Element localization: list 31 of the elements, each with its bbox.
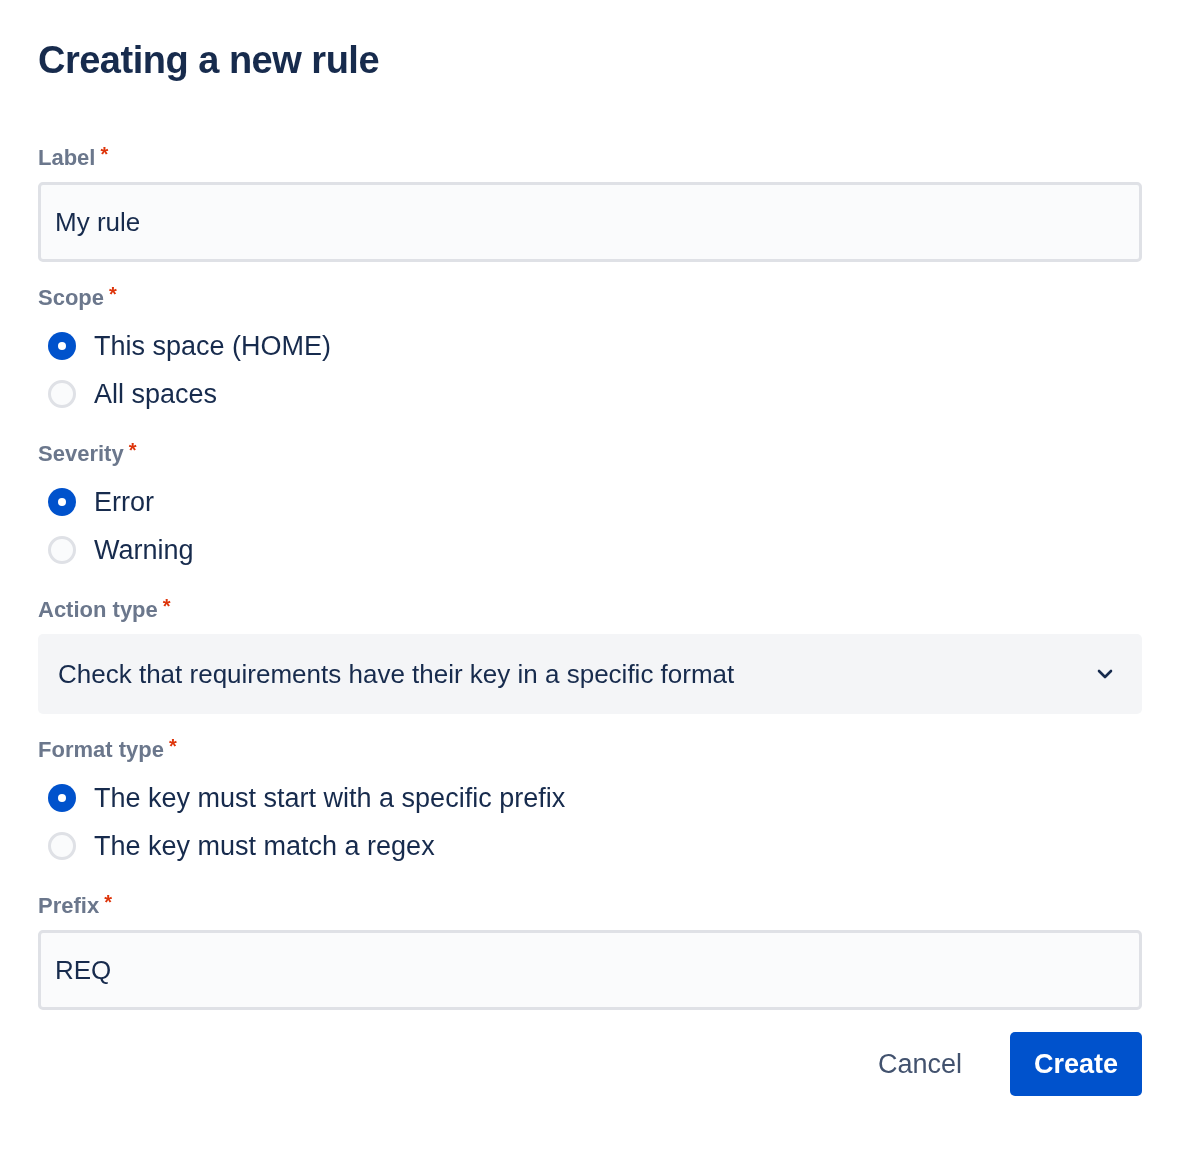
required-marker: * [128,440,137,460]
radio-label[interactable]: Warning [94,534,194,566]
radio-label[interactable]: This space (HOME) [94,330,332,362]
field-label: Prefix [38,892,100,920]
field-label: Scope [38,284,105,312]
dropdown-field[interactable]: Check that requirements have their key in a specific format [38,634,1142,714]
radio-label[interactable]: The key must match a regex [94,830,435,862]
text-field[interactable]: My rule [38,182,1142,262]
dialog-title: Creating a new rule [38,38,380,83]
required-marker: * [168,736,177,756]
required-marker: * [104,892,112,912]
radio-button[interactable] [48,488,76,516]
radio-label[interactable]: Error [94,486,154,518]
required-marker: * [100,144,109,164]
create-button[interactable]: Create [1009,1032,1142,1096]
radio-button[interactable] [48,332,76,360]
chevron-down-icon [1096,668,1114,680]
radio-button[interactable] [48,784,76,812]
field-label: Label [38,144,96,172]
field-label: Severity [38,440,124,468]
radio-label[interactable]: All spaces [94,378,218,410]
radio-button[interactable] [48,536,76,564]
cancel-button[interactable]: Cancel [853,1032,986,1096]
radio-button[interactable] [48,832,76,860]
required-marker: * [109,284,117,304]
required-marker: * [162,596,171,616]
field-label: Action type [38,596,158,624]
field-label: Format type [38,736,164,764]
text-field[interactable]: REQ [38,930,1142,1010]
radio-label[interactable]: The key must start with a specific prefix [94,782,566,814]
radio-button[interactable] [48,380,76,408]
